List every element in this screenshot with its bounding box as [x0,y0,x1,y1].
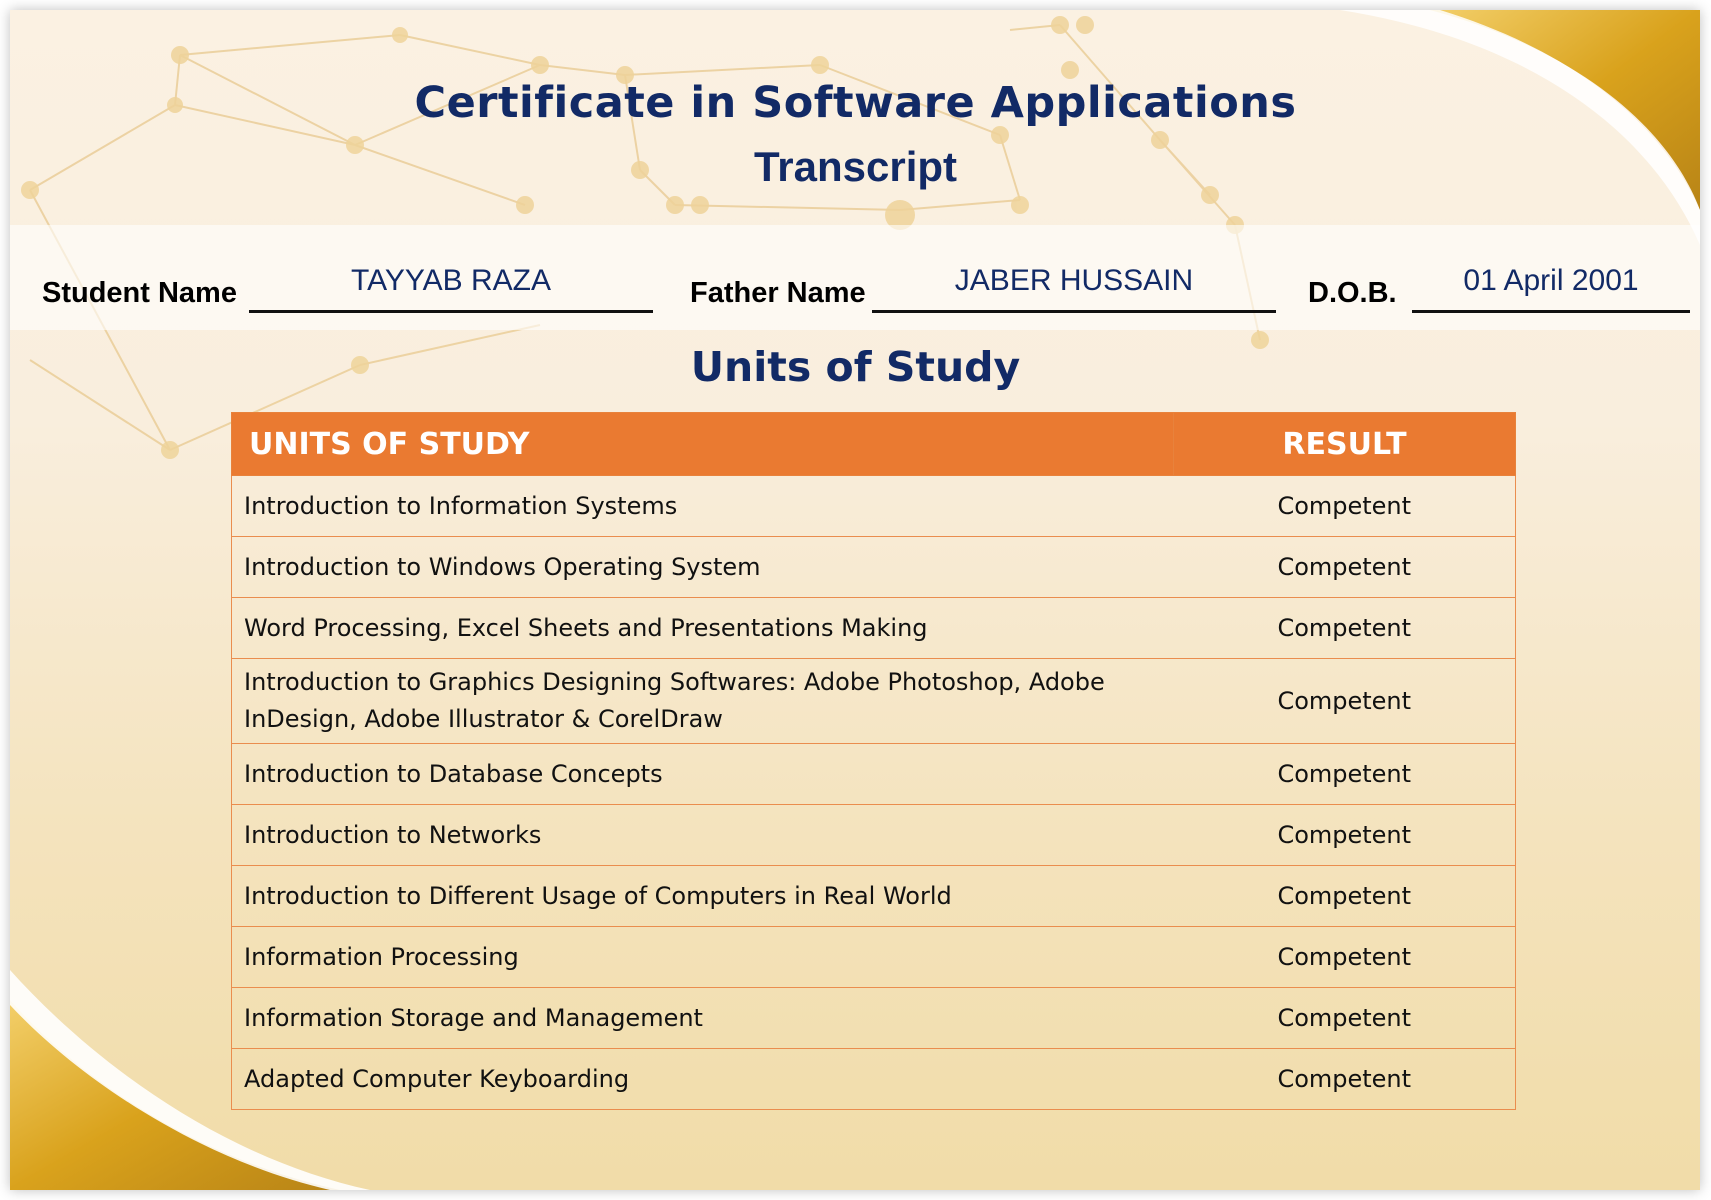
table-row: Introduction to Database Concepts Compet… [231,743,1516,805]
student-name-label: Student Name [42,277,237,309]
table-row: Information Storage and Management Compe… [231,987,1516,1049]
unit-result: Competent [1173,804,1516,866]
father-name-label: Father Name [690,277,866,309]
column-header-units: UNITS OF STUDY [231,412,1174,476]
unit-name: Adapted Computer Keyboarding [231,1048,1174,1110]
unit-name: Information Processing [231,926,1174,988]
student-name-underline [249,310,653,313]
unit-name: Introduction to Different Usage of Compu… [231,865,1174,927]
unit-result: Competent [1173,658,1516,744]
unit-result: Competent [1173,926,1516,988]
units-heading: Units of Study [690,343,1021,391]
table-row: Adapted Computer Keyboarding Competent [231,1048,1516,1110]
father-name-value: JABER HUSSAIN [954,264,1194,297]
unit-result: Competent [1173,987,1516,1049]
unit-result: Competent [1173,475,1516,537]
unit-result: Competent [1173,1048,1516,1110]
table-row: Introduction to Windows Operating System… [231,536,1516,598]
table-row: Introduction to Networks Competent [231,804,1516,866]
dob-underline [1412,310,1690,313]
unit-name: Introduction to Windows Operating System [231,536,1174,598]
column-header-result: RESULT [1173,412,1516,476]
unit-name: Introduction to Database Concepts [231,743,1174,805]
table-row: Introduction to Graphics Designing Softw… [231,658,1516,744]
certificate-title: Certificate in Software Applications [414,78,1297,128]
dob-value: 01 April 2001 [1463,264,1639,297]
unit-name: Introduction to Information Systems [231,475,1174,537]
unit-result: Competent [1173,536,1516,598]
student-name-value: TAYYAB RAZA [350,264,552,297]
table-row: Introduction to Information Systems Comp… [231,475,1516,537]
unit-result: Competent [1173,597,1516,659]
table-row: Word Processing, Excel Sheets and Presen… [231,597,1516,659]
units-table: UNITS OF STUDY RESULT Introduction to In… [231,412,1516,1110]
unit-name: Introduction to Graphics Designing Softw… [231,658,1174,744]
father-name-underline [872,310,1276,313]
dob-label: D.O.B. [1308,277,1397,309]
table-header-row: UNITS OF STUDY RESULT [231,412,1516,476]
unit-name: Introduction to Networks [231,804,1174,866]
unit-name: Information Storage and Management [231,987,1174,1049]
unit-result: Competent [1173,743,1516,805]
unit-name: Word Processing, Excel Sheets and Presen… [231,597,1174,659]
table-row: Introduction to Different Usage of Compu… [231,865,1516,927]
unit-result: Competent [1173,865,1516,927]
document-subtitle: Transcript [753,143,958,190]
table-row: Information Processing Competent [231,926,1516,988]
